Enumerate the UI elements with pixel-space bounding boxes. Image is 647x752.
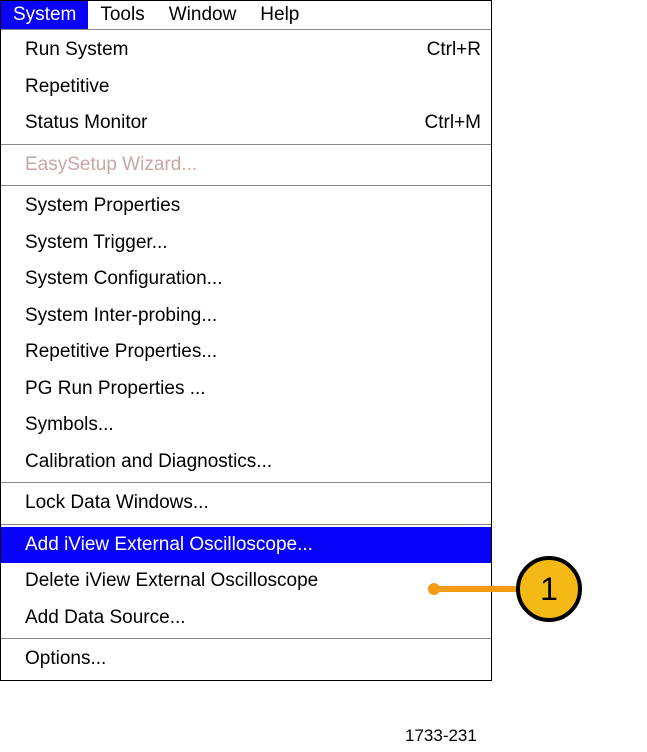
menu-item-easysetup-wizard: EasySetup Wizard...	[1, 147, 491, 184]
menu-item-label: Lock Data Windows...	[25, 489, 209, 518]
menu-item-shortcut: Ctrl+R	[387, 36, 481, 65]
menu-item-system-trigger[interactable]: System Trigger...	[1, 225, 491, 262]
menu-item-label: Status Monitor	[25, 109, 148, 138]
menu-item-system-configuration[interactable]: System Configuration...	[1, 261, 491, 298]
menu-item-system-properties[interactable]: System Properties	[1, 188, 491, 225]
menu-item-repetitive[interactable]: Repetitive	[1, 69, 491, 106]
image-id-label: 1733-231	[405, 726, 477, 746]
menu-item-lock-data-windows[interactable]: Lock Data Windows...	[1, 485, 491, 522]
menu-item-symbols[interactable]: Symbols...	[1, 407, 491, 444]
menu-item-label: Run System	[25, 36, 128, 65]
callout-circle-1: 1	[516, 556, 582, 622]
menu-item-label: Options...	[25, 645, 106, 674]
menu-item-label: PG Run Properties ...	[25, 375, 206, 404]
menu-item-label: System Configuration...	[25, 265, 222, 294]
menu-item-label: Repetitive	[25, 73, 110, 102]
menu-item-status-monitor[interactable]: Status Monitor Ctrl+M	[1, 105, 491, 142]
callout-dot	[428, 583, 440, 595]
menu-item-label: Add Data Source...	[25, 604, 186, 633]
menu-item-label: EasySetup Wizard...	[25, 151, 197, 180]
menu-section: Options...	[1, 639, 491, 680]
menubar-item-system[interactable]: System	[1, 1, 88, 29]
menu-item-add-data-source[interactable]: Add Data Source...	[1, 600, 491, 637]
system-menu-dropdown: Run System Ctrl+R Repetitive Status Moni…	[1, 30, 491, 680]
menubar-item-help[interactable]: Help	[248, 1, 311, 29]
menu-section: Add iView External Oscilloscope... Delet…	[1, 525, 491, 640]
menu-item-add-iview-oscilloscope[interactable]: Add iView External Oscilloscope...	[1, 527, 491, 564]
menu-item-repetitive-properties[interactable]: Repetitive Properties...	[1, 334, 491, 371]
callout-line	[434, 586, 526, 592]
menu-item-pg-run-properties[interactable]: PG Run Properties ...	[1, 371, 491, 408]
menu-section: Run System Ctrl+R Repetitive Status Moni…	[1, 30, 491, 145]
menu-item-system-inter-probing[interactable]: System Inter-probing...	[1, 298, 491, 335]
menu-item-delete-iview-oscilloscope[interactable]: Delete iView External Oscilloscope	[1, 563, 491, 600]
menu-item-label: Symbols...	[25, 411, 114, 440]
menubar: System Tools Window Help	[1, 1, 491, 30]
menu-item-label: System Properties	[25, 192, 180, 221]
menu-container: System Tools Window Help Run System Ctrl…	[0, 0, 492, 681]
menu-item-label: Delete iView External Oscilloscope	[25, 567, 318, 596]
menu-item-calibration-diagnostics[interactable]: Calibration and Diagnostics...	[1, 444, 491, 481]
menu-item-label: Repetitive Properties...	[25, 338, 217, 367]
menu-section: System Properties System Trigger... Syst…	[1, 186, 491, 483]
menu-item-shortcut: Ctrl+M	[385, 109, 481, 138]
menubar-item-window[interactable]: Window	[157, 1, 249, 29]
menu-item-run-system[interactable]: Run System Ctrl+R	[1, 32, 491, 69]
menu-item-label: Calibration and Diagnostics...	[25, 448, 272, 477]
menubar-item-tools[interactable]: Tools	[88, 1, 156, 29]
menu-item-options[interactable]: Options...	[1, 641, 491, 678]
menu-item-label: Add iView External Oscilloscope...	[25, 531, 313, 560]
menu-item-label: System Trigger...	[25, 229, 168, 258]
menu-item-label: System Inter-probing...	[25, 302, 217, 331]
menu-section: Lock Data Windows...	[1, 483, 491, 525]
menu-section: EasySetup Wizard...	[1, 145, 491, 187]
callout-number: 1	[540, 571, 558, 608]
